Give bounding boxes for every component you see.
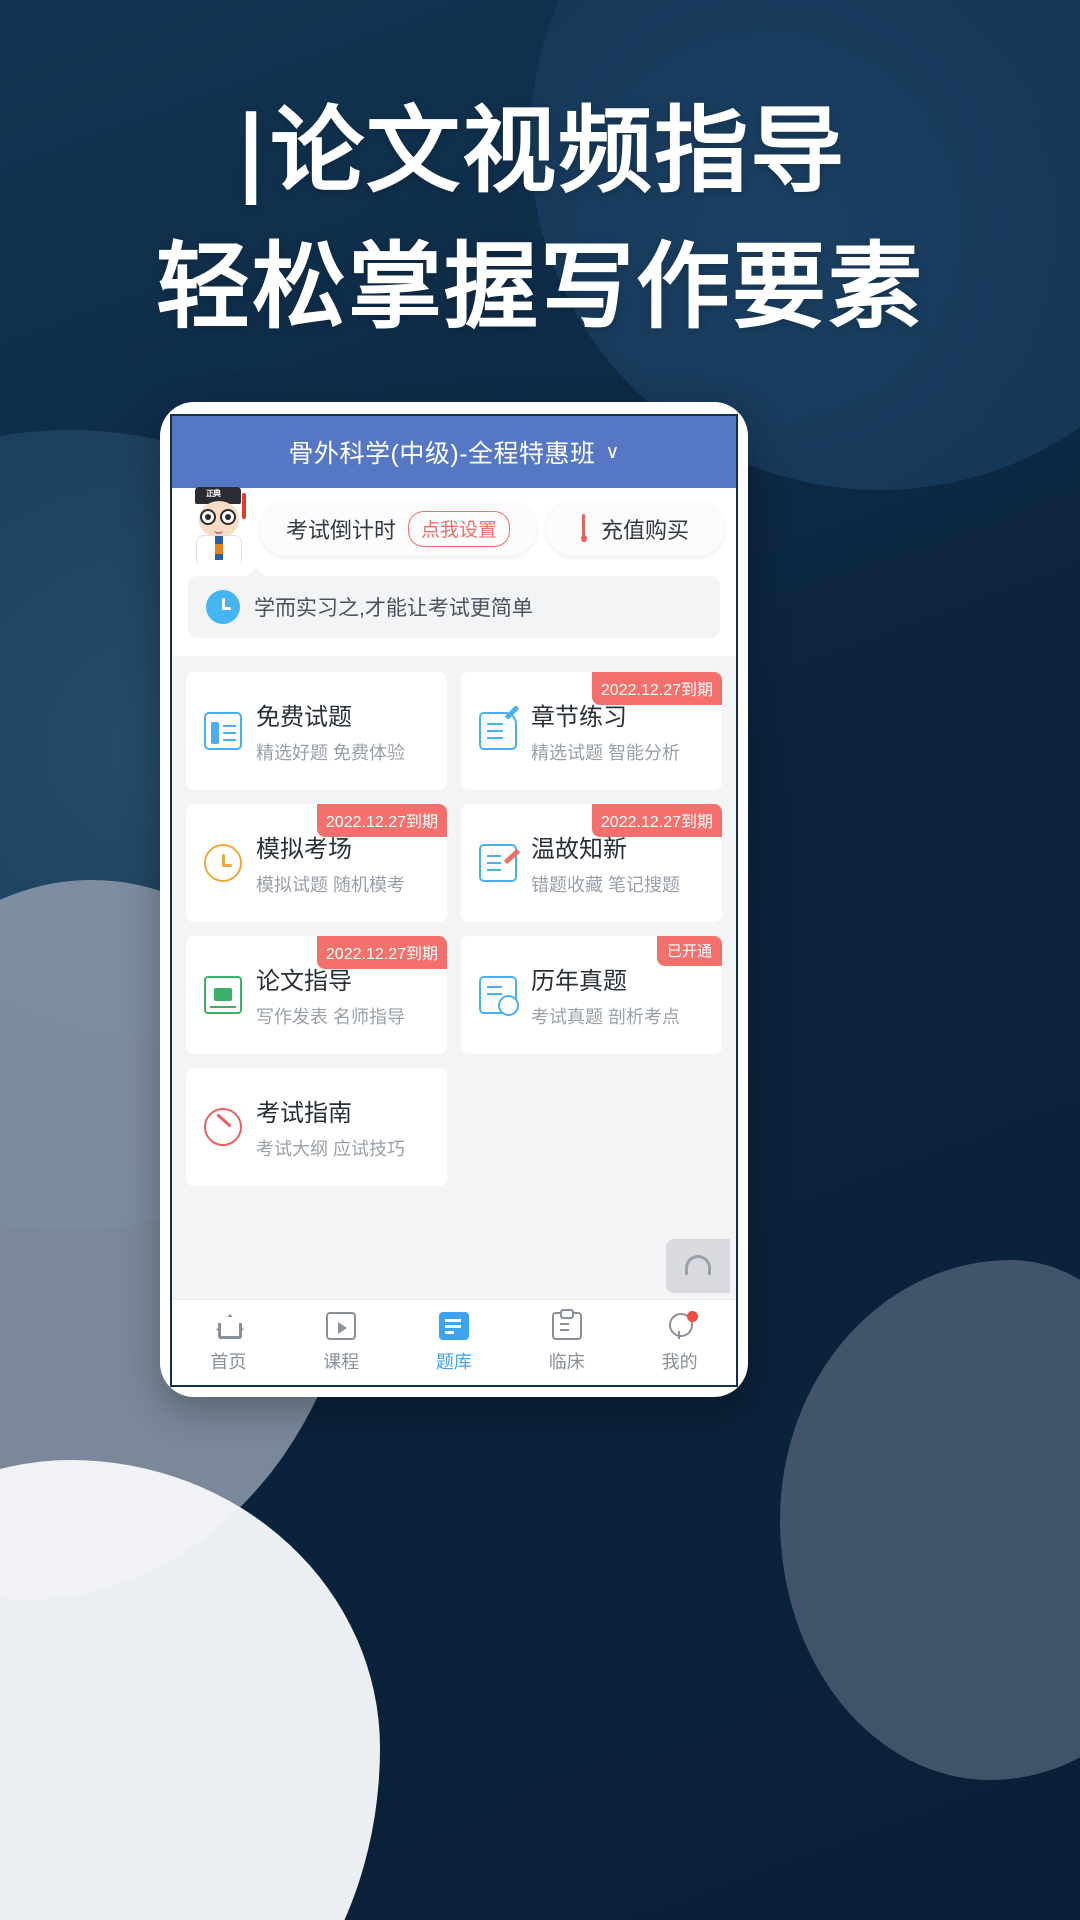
feature-card-subtitle: 错题收藏 笔记搜题 (531, 875, 681, 895)
feature-card-subtitle: 考试大纲 应试技巧 (256, 1139, 406, 1159)
notice-text: 学而实习之,才能让考试更简单 (254, 597, 533, 620)
tab-题库[interactable]: 题库 (398, 1311, 511, 1374)
paper-stamp-icon (479, 976, 519, 1016)
feature-card-text: 论文指导 写作发表 名师指导 (256, 961, 405, 1029)
feature-card-title: 历年真题 (531, 968, 627, 995)
avatar: 正典 (182, 487, 254, 563)
thermometer-icon (580, 514, 587, 544)
feature-card-title: 免费试题 (256, 704, 352, 731)
clock-icon (206, 590, 240, 624)
feature-card[interactable]: 2022.12.27到期 模拟考场 模拟试题 随机模考 (186, 804, 447, 922)
phone-mockup: 骨外科学(中级)-全程特惠班 ∨ 正典 考试倒计时 点我设置 充值购买 学而实习… (160, 402, 748, 1397)
tab-首页[interactable]: 首页 (172, 1312, 285, 1374)
feature-card-text: 章节练习 精选试题 智能分析 (531, 697, 680, 765)
tab-我的[interactable]: 我的 (623, 1310, 736, 1374)
avatar-cap-label: 正典 (206, 489, 221, 498)
feature-card-subtitle: 精选试题 智能分析 (531, 743, 681, 763)
recharge-purchase-button[interactable]: 充值购买 (546, 502, 724, 556)
clock-icon (204, 844, 242, 882)
feature-card[interactable]: 2022.12.27到期 温故知新 错题收藏 笔记搜题 (461, 804, 722, 922)
notice-bar[interactable]: 学而实习之,才能让考试更简单 (188, 567, 720, 638)
feature-card[interactable]: 已开通历年真题考试真题 剖析考点 (461, 936, 722, 1054)
cap-tassel (242, 493, 246, 519)
pencil-document-icon (479, 712, 517, 750)
app-screen: 骨外科学(中级)-全程特惠班 ∨ 正典 考试倒计时 点我设置 充值购买 学而实习… (170, 414, 738, 1387)
feature-card-text: 温故知新 错题收藏 笔记搜题 (531, 829, 680, 897)
feature-card-title: 考试指南 (256, 1100, 352, 1127)
feature-card[interactable]: 2022.12.27到期 论文指导 写作发表 名师指导 (186, 936, 447, 1054)
tab-label: 我的 (661, 1351, 698, 1372)
feature-grid: 免费试题 精选好题 免费体验 2022.12.27到期 章节练习 精选试题 智能分析 20… (172, 656, 736, 1299)
bottom-tabbar: 首页 课程 题库 临床 我的 (172, 1299, 736, 1385)
exam-countdown-label: 考试倒计时 (285, 518, 396, 543)
notification-dot (686, 1310, 698, 1322)
tab-label: 临床 (548, 1351, 585, 1372)
home-icon (213, 1312, 243, 1340)
expiry-tag: 已开通 (656, 936, 722, 966)
recharge-purchase-label: 充值购买 (600, 518, 689, 543)
feature-card-text: 考试指南考试大纲 应试技巧 (256, 1093, 405, 1161)
document-icon (204, 712, 242, 750)
app-header[interactable]: 骨外科学(中级)-全程特惠班 ∨ (172, 416, 736, 488)
feature-card[interactable]: 考试指南考试大纲 应试技巧 (186, 1068, 447, 1186)
play-icon (326, 1311, 357, 1340)
avatar-pupil-right (225, 514, 231, 520)
support-fab-button[interactable] (666, 1239, 730, 1293)
exam-countdown-button[interactable]: 考试倒计时 点我设置 (260, 502, 536, 556)
course-title: 骨外科学(中级)-全程特惠班 (288, 440, 596, 468)
expiry-tag: 2022.12.27到期 (316, 936, 447, 969)
note-edit-icon (479, 844, 517, 882)
countdown-strip: 正典 考试倒计时 点我设置 充值购买 (172, 487, 736, 570)
avatar-tie-accent (215, 544, 223, 554)
feature-card-subtitle: 考试真题 剖析考点 (531, 1007, 681, 1027)
user-icon (665, 1310, 698, 1340)
feature-card-text: 历年真题考试真题 剖析考点 (531, 961, 680, 1029)
feature-card-subtitle: 模拟试题 随机模考 (256, 875, 406, 895)
compass-icon (204, 1108, 242, 1146)
video-book-icon (204, 976, 242, 1014)
question-bank-icon (438, 1311, 469, 1340)
expiry-tag: 2022.12.27到期 (316, 804, 447, 837)
clipboard-icon (551, 1308, 582, 1340)
set-countdown-badge[interactable]: 点我设置 (408, 511, 511, 547)
feature-card-text: 免费试题精选好题 免费体验 (256, 697, 405, 765)
tab-临床[interactable]: 临床 (510, 1308, 623, 1374)
avatar-pupil-left (205, 514, 211, 520)
expiry-tag: 2022.12.27到期 (591, 672, 722, 705)
feature-card-subtitle: 精选好题 免费体验 (256, 743, 406, 763)
promo-headline-line1: |论文视频指导 (233, 97, 847, 206)
feature-card[interactable]: 2022.12.27到期 章节练习 精选试题 智能分析 (461, 672, 722, 790)
expiry-tag: 2022.12.27到期 (591, 804, 722, 837)
headset-icon (685, 1255, 711, 1277)
promo-headline: |论文视频指导 轻松掌握写作要素 (0, 96, 1080, 344)
tab-课程[interactable]: 课程 (285, 1311, 398, 1374)
tab-label: 题库 (435, 1351, 472, 1372)
tab-label: 首页 (210, 1351, 247, 1372)
feature-card[interactable]: 免费试题精选好题 免费体验 (186, 672, 447, 790)
promo-headline-line2: 轻松掌握写作要素 (155, 233, 924, 342)
feature-card-text: 模拟考场 模拟试题 随机模考 (256, 829, 405, 897)
notice-wrapper: 学而实习之,才能让考试更简单 (172, 567, 736, 656)
tab-label: 课程 (323, 1351, 360, 1372)
chevron-down-icon: ∨ (605, 441, 620, 463)
feature-card-subtitle: 写作发表 名师指导 (256, 1007, 406, 1027)
